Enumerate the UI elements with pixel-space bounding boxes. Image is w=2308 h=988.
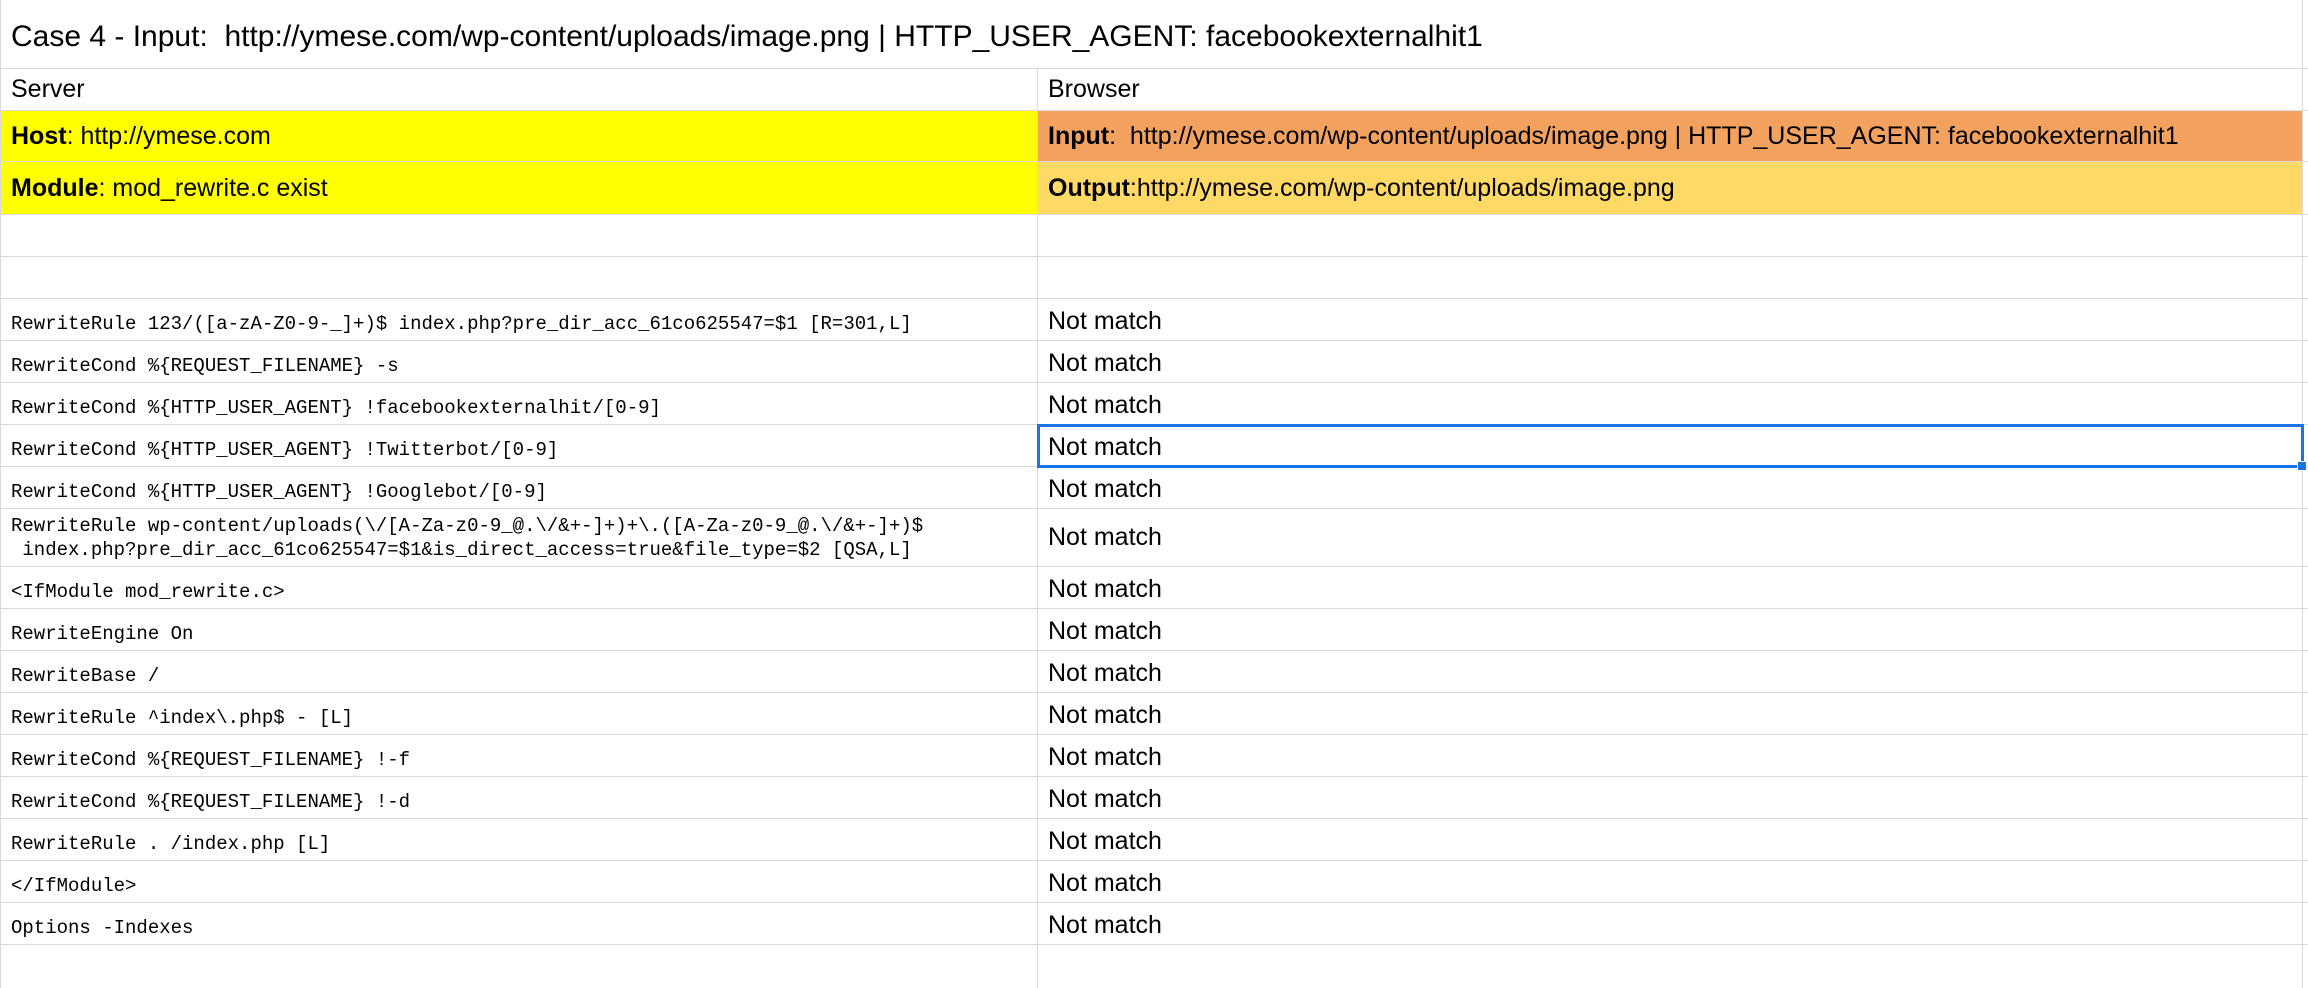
rule-line-2: index.php?pre_dir_acc_61co625547=$1&is_d… <box>11 538 912 561</box>
rule-row: </IfModule> Not match <box>0 861 2308 903</box>
rule-row: RewriteCond %{HTTP_USER_AGENT} !Googlebo… <box>0 467 2308 509</box>
output-label: Output <box>1048 173 1130 202</box>
rule-row: RewriteEngine On Not match <box>0 609 2308 651</box>
result-cell[interactable]: Not match <box>1038 903 2303 944</box>
result-cell[interactable]: Not match <box>1038 609 2303 650</box>
rule-cell[interactable]: RewriteBase / <box>0 651 1038 692</box>
result-cell[interactable]: Not match <box>1038 735 2303 776</box>
module-output-row: Module: mod_rewrite.c exist Output:http:… <box>0 162 2308 215</box>
empty-cell[interactable] <box>0 257 1038 298</box>
rule-row: RewriteRule . /index.php [L] Not match <box>0 819 2308 861</box>
rule-cell[interactable]: RewriteCond %{HTTP_USER_AGENT} !facebook… <box>0 383 1038 424</box>
header-row: Server Browser <box>0 69 2308 111</box>
result-cell[interactable]: Not match <box>1038 651 2303 692</box>
rule-cell[interactable]: RewriteCond %{HTTP_USER_AGENT} !Twitterb… <box>0 425 1038 466</box>
host-cell[interactable]: Host: http://ymese.com <box>0 111 1038 161</box>
server-header-cell[interactable]: Server <box>0 69 1038 110</box>
result-cell[interactable]: Not match <box>1038 861 2303 902</box>
empty-cell[interactable] <box>1038 215 2303 256</box>
rule-cell[interactable]: RewriteCond %{HTTP_USER_AGENT} !Googlebo… <box>0 467 1038 508</box>
input-label: Input <box>1048 121 1110 150</box>
rule-cell[interactable]: RewriteCond %{REQUEST_FILENAME} -s <box>0 341 1038 382</box>
empty-cell[interactable] <box>0 945 1038 988</box>
host-input-row: Host: http://ymese.com Input: http://yme… <box>0 111 2308 162</box>
rule-cell[interactable]: RewriteEngine On <box>0 609 1038 650</box>
rule-cell[interactable]: RewriteCond %{REQUEST_FILENAME} !-d <box>0 777 1038 818</box>
rule-row: RewriteBase / Not match <box>0 651 2308 693</box>
title-row: Case 4 - Input: http://ymese.com/wp-cont… <box>0 0 2308 69</box>
host-value: : http://ymese.com <box>66 121 271 150</box>
spreadsheet-grid: Case 4 - Input: http://ymese.com/wp-cont… <box>0 0 2308 988</box>
rule-row: RewriteCond %{REQUEST_FILENAME} -s Not m… <box>0 341 2308 383</box>
rule-row: RewriteRule 123/([a-zA-Z0-9-_]+)$ index.… <box>0 299 2308 341</box>
rule-cell[interactable]: RewriteCond %{REQUEST_FILENAME} !-f <box>0 735 1038 776</box>
module-label: Module <box>11 173 99 202</box>
result-cell[interactable]: Not match <box>1038 567 2303 608</box>
module-value: : mod_rewrite.c exist <box>98 173 328 202</box>
result-cell[interactable]: Not match <box>1038 383 2303 424</box>
rule-cell[interactable]: RewriteRule 123/([a-zA-Z0-9-_]+)$ index.… <box>0 299 1038 340</box>
output-cell[interactable]: Output:http://ymese.com/wp-content/uploa… <box>1038 162 2303 214</box>
fill-handle[interactable] <box>2297 461 2307 471</box>
result-cell[interactable]: Not match <box>1038 819 2303 860</box>
cell-selection-outline[interactable] <box>1037 424 2304 468</box>
rule-row: RewriteCond %{REQUEST_FILENAME} !-f Not … <box>0 735 2308 777</box>
result-cell[interactable]: Not match <box>1038 509 2303 566</box>
empty-cell[interactable] <box>1038 257 2303 298</box>
output-value: :http://ymese.com/wp-content/uploads/ima… <box>1129 173 1675 202</box>
rule-cell[interactable]: RewriteRule wp-content/uploads(\/[A-Za-z… <box>0 509 1038 566</box>
result-cell[interactable]: Not match <box>1038 341 2303 382</box>
rule-cell[interactable]: Options -Indexes <box>0 903 1038 944</box>
rule-cell[interactable]: RewriteRule . /index.php [L] <box>0 819 1038 860</box>
rule-cell[interactable]: <IfModule mod_rewrite.c> <box>0 567 1038 608</box>
empty-cell[interactable] <box>1038 945 2303 988</box>
host-label: Host <box>11 121 67 150</box>
rule-row: RewriteRule ^index\.php$ - [L] Not match <box>0 693 2308 735</box>
rule-row: RewriteRule wp-content/uploads(\/[A-Za-z… <box>0 509 2308 567</box>
empty-row <box>0 945 2308 988</box>
rule-row: Options -Indexes Not match <box>0 903 2308 945</box>
rule-line-1: RewriteRule wp-content/uploads(\/[A-Za-z… <box>11 514 924 537</box>
module-cell[interactable]: Module: mod_rewrite.c exist <box>0 162 1038 214</box>
empty-cell[interactable] <box>0 215 1038 256</box>
result-cell[interactable]: Not match <box>1038 299 2303 340</box>
rule-row: RewriteCond %{REQUEST_FILENAME} !-d Not … <box>0 777 2308 819</box>
browser-header-cell[interactable]: Browser <box>1038 69 2303 110</box>
result-cell[interactable]: Not match <box>1038 693 2303 734</box>
result-cell[interactable]: Not match <box>1038 777 2303 818</box>
title-cell[interactable]: Case 4 - Input: http://ymese.com/wp-cont… <box>0 0 2303 68</box>
result-cell[interactable]: Not match <box>1038 467 2303 508</box>
input-value: : http://ymese.com/wp-content/uploads/im… <box>1109 121 2179 150</box>
rule-cell[interactable]: RewriteRule ^index\.php$ - [L] <box>0 693 1038 734</box>
input-cell[interactable]: Input: http://ymese.com/wp-content/uploa… <box>1038 111 2303 161</box>
rule-row: RewriteCond %{HTTP_USER_AGENT} !facebook… <box>0 383 2308 425</box>
empty-row <box>0 257 2308 299</box>
empty-row <box>0 215 2308 257</box>
rule-row: <IfModule mod_rewrite.c> Not match <box>0 567 2308 609</box>
rule-cell[interactable]: </IfModule> <box>0 861 1038 902</box>
